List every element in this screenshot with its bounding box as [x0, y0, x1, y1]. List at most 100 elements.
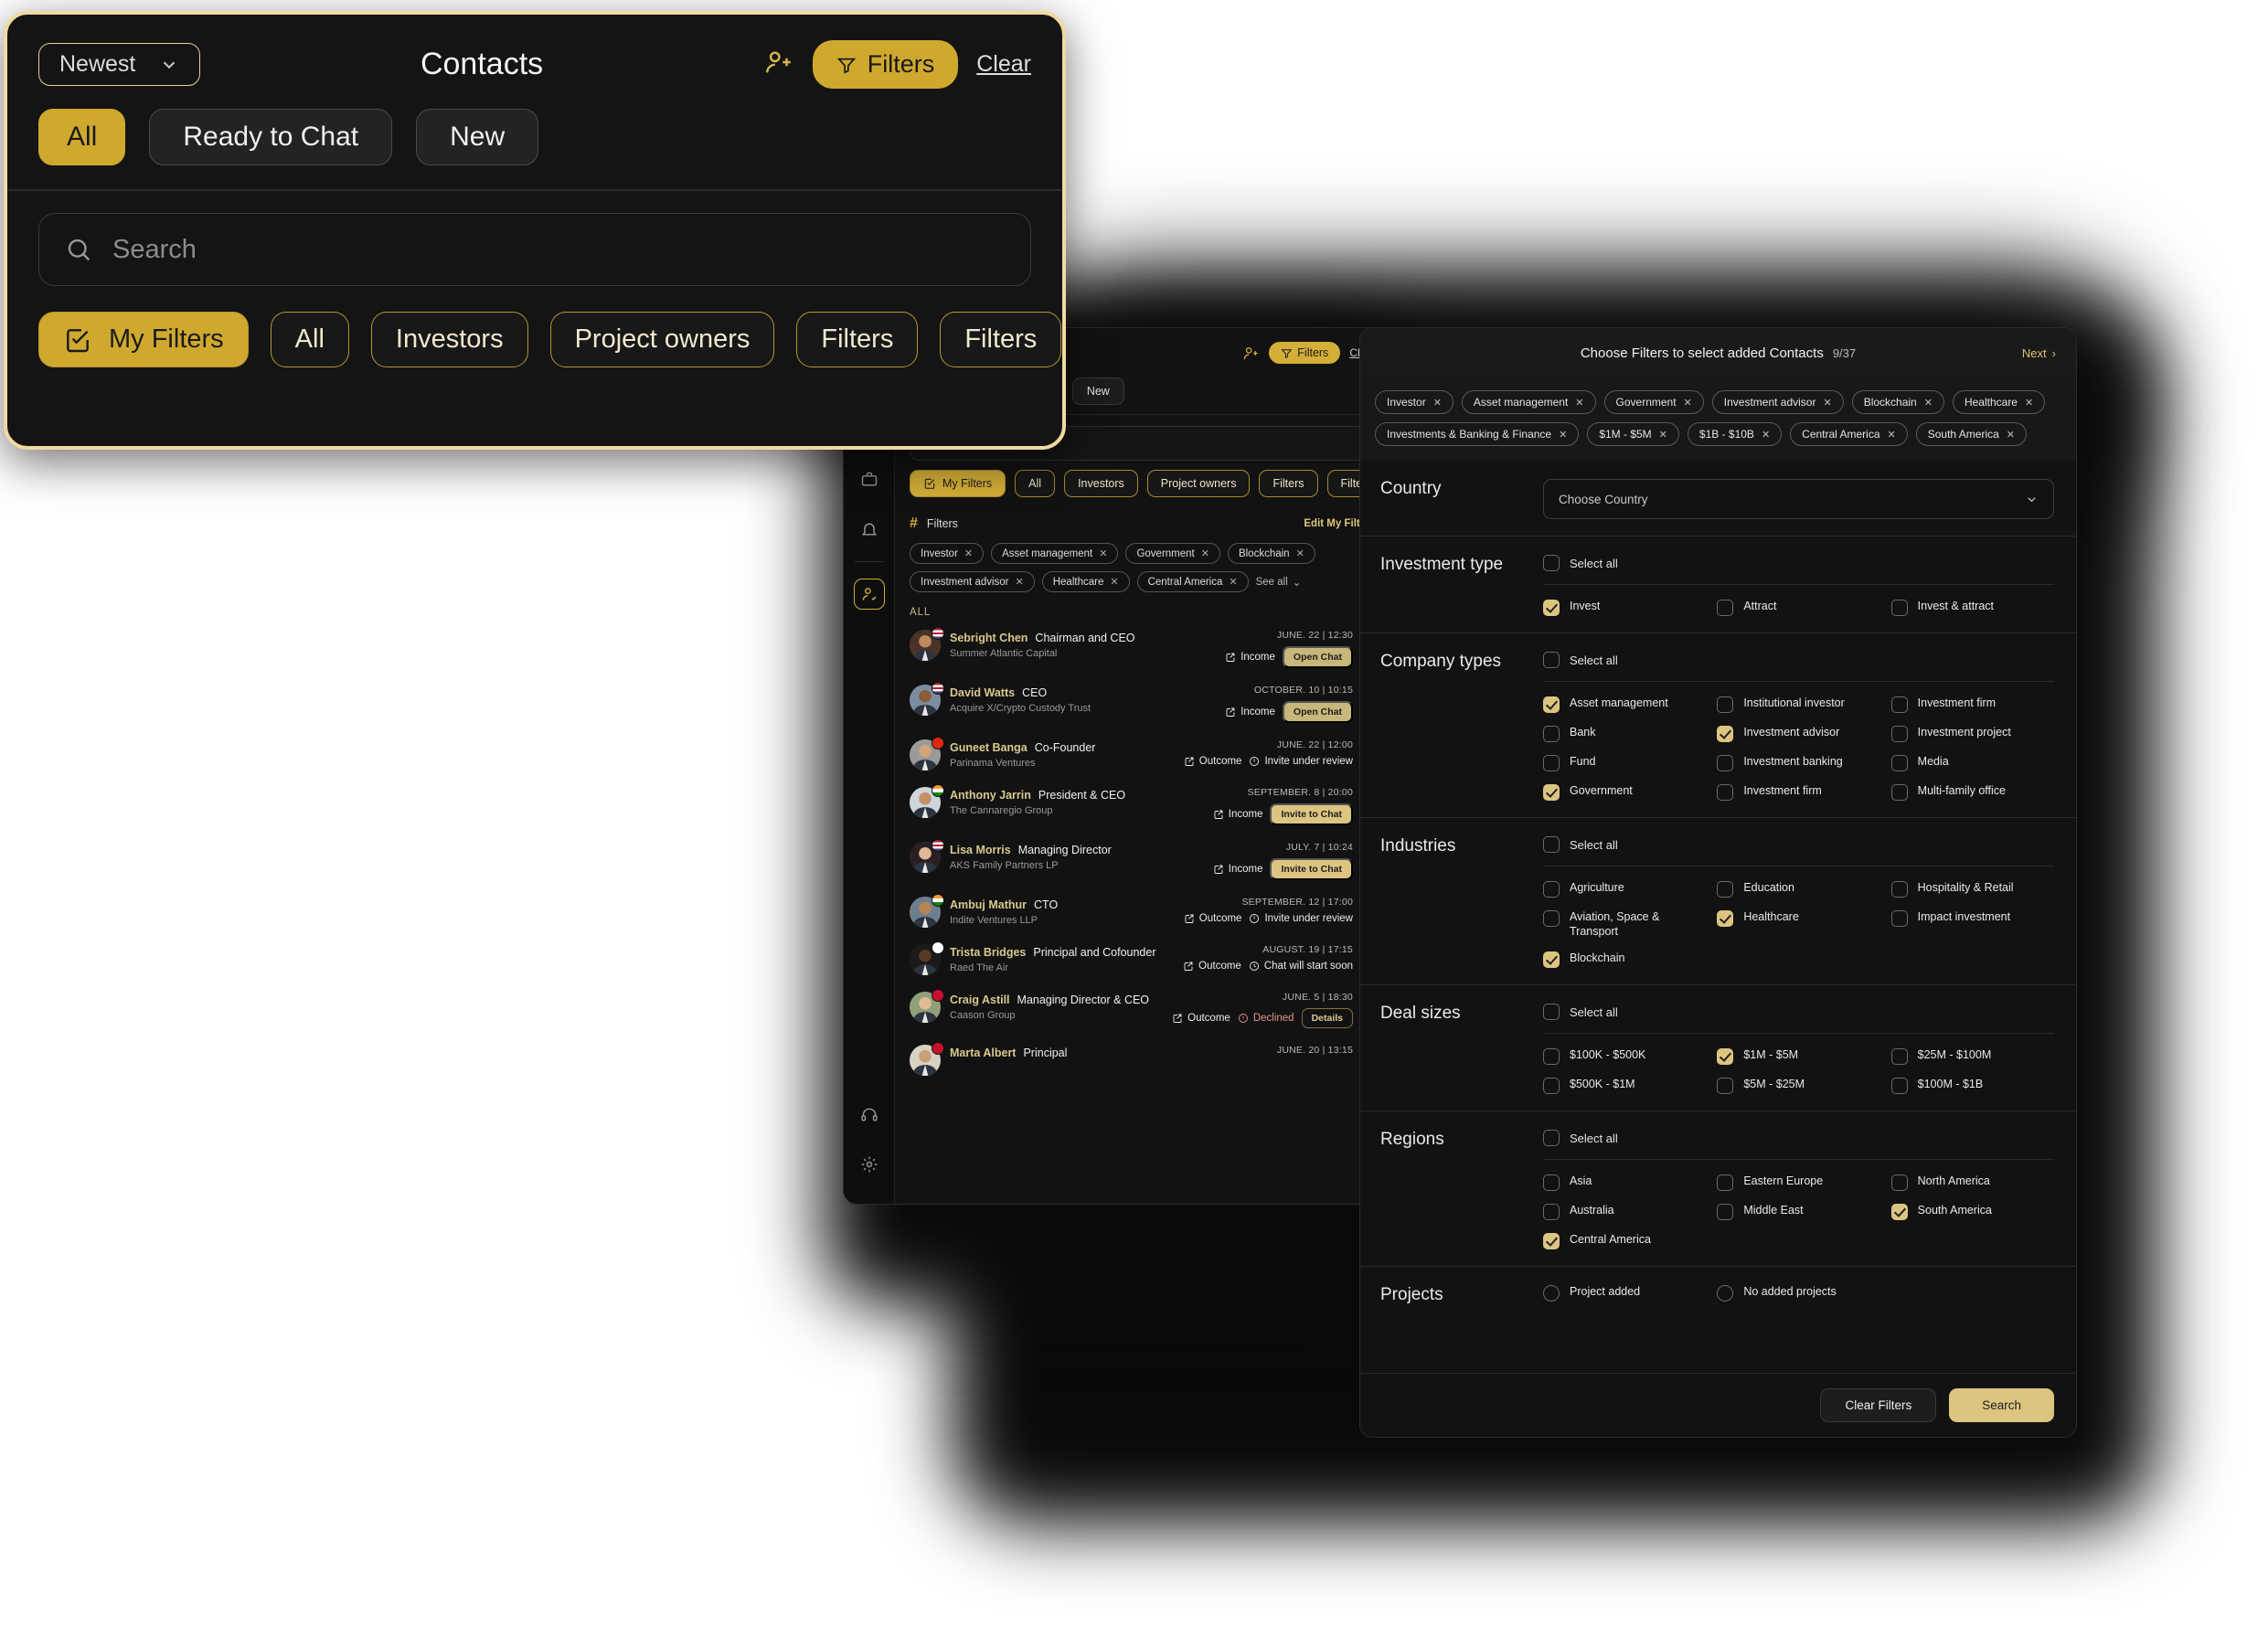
filter-option[interactable]: Invest [1543, 600, 1706, 616]
contact-row[interactable]: Craig Astill Managing Director & CEO Caas… [895, 983, 1390, 1036]
chip-all[interactable]: All [1015, 470, 1056, 497]
checkbox[interactable] [1543, 1233, 1560, 1250]
close-icon[interactable]: ✕ [964, 547, 973, 559]
modal-filter-tag[interactable]: $1M - $5M ✕ [1587, 422, 1679, 446]
filter-option[interactable]: Blockchain [1543, 951, 1706, 969]
country-select[interactable]: Choose Country [1543, 479, 2054, 519]
checkbox[interactable] [1890, 726, 1908, 742]
contact-row[interactable]: Trista Bridges Principal and Cofounder Ra… [895, 936, 1390, 983]
segment-new[interactable]: New [1071, 377, 1124, 405]
select-all-company-types[interactable]: Select all [1543, 652, 2054, 682]
checkbox[interactable] [1543, 1174, 1560, 1192]
filter-option[interactable]: Middle East [1717, 1204, 1879, 1221]
filter-option[interactable]: Media [1890, 755, 2054, 771]
filter-tag[interactable]: Central America ✕ [1136, 571, 1249, 592]
checkbox[interactable] [1543, 600, 1560, 616]
filter-option[interactable]: Central America [1543, 1233, 1706, 1250]
checkbox[interactable] [1543, 910, 1560, 927]
modal-filter-tag[interactable]: Investor ✕ [1375, 390, 1453, 414]
chip-project-owners[interactable]: Project owners [1146, 470, 1251, 497]
contact-action-button[interactable]: Open Chat [1282, 701, 1353, 723]
contact-row[interactable]: Marta AlbertPrincipal JUNE. 20 | 13:15 ⋯ [895, 1036, 1390, 1084]
select-all-regions[interactable]: Select all [1543, 1130, 2054, 1161]
filter-tag[interactable]: Investor ✕ [910, 543, 985, 564]
checkbox[interactable] [1890, 881, 1908, 898]
filter-option[interactable]: Asia [1543, 1174, 1706, 1192]
briefcase-icon[interactable] [854, 464, 885, 495]
chip-filters-1[interactable]: Filters [1259, 470, 1318, 497]
filter-option[interactable]: Asset management [1543, 696, 1706, 713]
filter-option[interactable]: Investment project [1890, 726, 2054, 742]
close-icon[interactable]: ✕ [1559, 429, 1567, 441]
select-all-investment-type[interactable]: Select all [1543, 555, 2054, 585]
close-icon[interactable]: ✕ [1201, 547, 1209, 559]
filter-option[interactable]: $5M - $25M [1717, 1078, 1879, 1095]
filter-option[interactable]: Attract [1717, 600, 1879, 616]
search-button[interactable]: Search [1949, 1388, 2054, 1422]
modal-filter-tag[interactable]: Investment advisor ✕ [1711, 390, 1844, 414]
checkbox[interactable] [1543, 881, 1560, 898]
close-icon[interactable]: ✕ [1762, 429, 1770, 441]
add-contact-icon[interactable] [1242, 345, 1260, 362]
checkbox[interactable] [1717, 600, 1734, 616]
close-icon[interactable]: ✕ [2007, 429, 2015, 441]
checkbox[interactable] [1543, 836, 1560, 853]
checkbox[interactable] [1890, 1048, 1908, 1066]
modal-filter-tag[interactable]: Investments & Banking & Finance ✕ [1375, 422, 1580, 446]
sort-dropdown[interactable]: Newest [38, 43, 201, 86]
select-all-industries[interactable]: Select all [1543, 836, 2054, 866]
filter-option[interactable]: Education [1717, 881, 1879, 898]
checkbox[interactable] [1543, 784, 1560, 801]
checkbox[interactable] [1717, 784, 1734, 801]
modal-filter-tag[interactable]: Healthcare ✕ [1952, 390, 2046, 414]
chip-investors[interactable]: Investors [370, 312, 528, 367]
contact-row[interactable]: David Watts CEO Acquire X/Crypto Custody … [895, 676, 1390, 731]
checkbox[interactable] [1543, 555, 1560, 571]
segment-ready-to-chat[interactable]: Ready to Chat [149, 109, 393, 165]
checkbox[interactable] [1717, 1078, 1734, 1095]
close-icon[interactable]: ✕ [1575, 397, 1583, 409]
checkbox[interactable] [1717, 696, 1734, 713]
filter-option[interactable]: Fund [1543, 755, 1706, 771]
checkbox[interactable] [1717, 881, 1734, 898]
checkbox[interactable] [1717, 1174, 1734, 1192]
checkbox[interactable] [1890, 1078, 1908, 1095]
checkbox[interactable] [1890, 784, 1908, 801]
close-icon[interactable]: ✕ [2025, 397, 2033, 409]
filters-button[interactable]: Filters [1269, 342, 1341, 364]
close-icon[interactable]: ✕ [1433, 397, 1442, 409]
checkbox[interactable] [1543, 951, 1560, 969]
project-radio-option[interactable]: Project added [1543, 1285, 1706, 1302]
close-icon[interactable]: ✕ [1888, 429, 1896, 441]
filter-option[interactable]: Agriculture [1543, 881, 1706, 898]
close-icon[interactable]: ✕ [1684, 397, 1692, 409]
checkbox[interactable] [1543, 1004, 1560, 1021]
chip-project-owners[interactable]: Project owners [549, 312, 775, 367]
filter-option[interactable]: Invest & attract [1890, 600, 2054, 616]
close-icon[interactable]: ✕ [1099, 547, 1107, 559]
checkbox[interactable] [1890, 600, 1908, 616]
filter-option[interactable]: Healthcare [1717, 910, 1879, 939]
chip-investors[interactable]: Investors [1064, 470, 1138, 497]
contact-row[interactable]: Sebright Chen Chairman and CEO Summer Atl… [895, 622, 1390, 676]
modal-filter-tag[interactable]: Government ✕ [1603, 390, 1704, 414]
filter-option[interactable]: Eastern Europe [1717, 1174, 1879, 1192]
contact-row[interactable]: Ambuj Mathur CTO Indite Ventures LLP SEPT… [895, 888, 1390, 936]
filter-option[interactable]: South America [1890, 1204, 2054, 1221]
modal-scroll-area[interactable]: Country Choose Country Investment type S… [1360, 461, 2076, 1373]
checkbox[interactable] [1717, 755, 1734, 771]
contact-row[interactable]: Anthony Jarrin President & CEO The Cannar… [895, 779, 1390, 834]
modal-filter-tag[interactable]: $1B - $10B ✕ [1687, 422, 1783, 446]
contact-action-button[interactable]: Open Chat [1282, 646, 1353, 668]
modal-filter-tag[interactable]: South America ✕ [1915, 422, 2028, 446]
filter-option[interactable]: Investment banking [1717, 755, 1879, 771]
filter-option[interactable]: $100K - $500K [1543, 1048, 1706, 1066]
bell-icon[interactable] [854, 514, 885, 545]
close-icon[interactable]: ✕ [1110, 576, 1118, 588]
filter-option[interactable]: $25M - $100M [1890, 1048, 2054, 1066]
filter-option[interactable]: Institutional investor [1717, 696, 1879, 713]
filter-option[interactable]: Investment advisor [1717, 726, 1879, 742]
filter-option[interactable]: Aviation, Space & Transport [1543, 910, 1706, 939]
checkbox[interactable] [1890, 755, 1908, 771]
checkbox[interactable] [1717, 1204, 1734, 1221]
